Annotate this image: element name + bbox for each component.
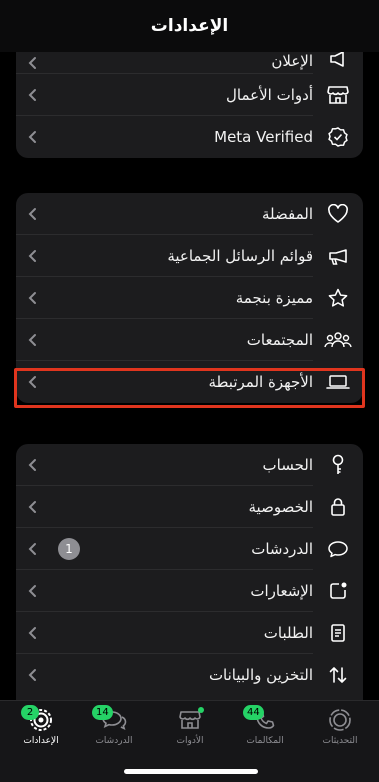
settings-item-label: الإعلان — [271, 52, 313, 70]
settings-item-business-tools[interactable]: أدوات الأعمال — [16, 74, 363, 116]
tab-badge: 2 — [21, 705, 39, 720]
settings-item-communities[interactable]: المجتمعات — [16, 319, 363, 361]
star-icon — [313, 287, 363, 309]
chevron-icon — [16, 584, 50, 598]
settings-item-label: الخصوصية — [248, 498, 313, 516]
data-arrows-icon — [313, 664, 363, 686]
group-lists: المفضلة قوائم الرسائل الجماعية مميزة بنج… — [16, 193, 363, 403]
settings-item-meta-verified[interactable]: Meta Verified — [16, 116, 363, 158]
settings-item-label: الحساب — [262, 456, 314, 474]
chevron-icon — [16, 542, 50, 556]
requests-doc-icon — [313, 622, 363, 644]
chevron-icon — [16, 88, 50, 102]
tab-tools[interactable]: الأدوات — [155, 707, 225, 755]
settings-gear-icon: 2 — [21, 705, 55, 733]
settings-item-account[interactable]: الحساب — [16, 444, 363, 486]
settings-item-notifications[interactable]: الإشعارات — [16, 570, 363, 612]
settings-item-label: أدوات الأعمال — [226, 86, 313, 104]
settings-item-label: مميزة بنجمة — [235, 289, 313, 307]
settings-item-label: الأجهزة المرتبطة — [208, 373, 313, 391]
settings-scroll[interactable]: الإعلان أدوات الأعمال Meta Verified المف… — [0, 0, 379, 700]
settings-item-storage[interactable]: التخزين والبيانات — [16, 654, 363, 696]
settings-item-requests[interactable]: الطلبات — [16, 612, 363, 654]
chat-bubble-icon — [313, 539, 363, 559]
page-title: الإعدادات — [150, 16, 229, 36]
tab-bar: 2 الإعدادات 14 الدردشات الأدوات 44 المكا… — [0, 700, 379, 782]
chevron-icon — [16, 291, 50, 305]
settings-item-label: المجتمعات — [246, 331, 313, 349]
home-indicator — [124, 769, 258, 774]
chevron-icon — [16, 626, 50, 640]
settings-item-label: الطلبات — [263, 624, 313, 642]
settings-item-label: التخزين والبيانات — [208, 666, 313, 684]
settings-item-label: المفضلة — [261, 205, 313, 223]
nav-header: الإعدادات — [0, 0, 379, 52]
tab-label: الأدوات — [176, 736, 204, 746]
tab-label: المكالمات — [246, 736, 284, 746]
megaphone-icon — [313, 245, 363, 267]
chevron-icon — [16, 500, 50, 514]
laptop-icon — [313, 373, 363, 391]
notification-icon — [313, 580, 363, 602]
unread-badge: 1 — [58, 538, 80, 560]
settings-item-label: Meta Verified — [214, 128, 313, 146]
tab-dot — [198, 707, 204, 713]
tab-calls[interactable]: 44 المكالمات — [230, 705, 300, 755]
key-icon — [313, 453, 363, 477]
phone-icon: 44 — [243, 705, 279, 733]
tab-label: الإعدادات — [23, 736, 59, 746]
tab-label: الدردشات — [95, 736, 133, 746]
settings-item-linked-devices[interactable]: الأجهزة المرتبطة — [16, 361, 363, 403]
settings-item-label: قوائم الرسائل الجماعية — [167, 247, 313, 265]
settings-item-broadcast-lists[interactable]: قوائم الرسائل الجماعية — [16, 235, 363, 277]
store-icon — [313, 84, 363, 106]
tab-badge: 14 — [92, 705, 113, 720]
settings-item-privacy[interactable]: الخصوصية — [16, 486, 363, 528]
tab-updates[interactable]: التحديثات — [305, 707, 375, 755]
group-account: الحساب الخصوصية الدردشات 1 الإشعارات الط… — [16, 444, 363, 700]
settings-item-favorites[interactable]: المفضلة — [16, 193, 363, 235]
tools-store-icon — [176, 707, 204, 733]
updates-icon — [326, 707, 354, 733]
communities-icon — [313, 330, 363, 350]
chevron-icon — [16, 249, 50, 263]
tab-label: التحديثات — [322, 736, 358, 746]
chats-icon: 14 — [92, 705, 128, 733]
chevron-icon — [16, 458, 50, 472]
chevron-icon — [16, 333, 50, 347]
chevron-icon — [16, 668, 50, 682]
settings-item-starred[interactable]: مميزة بنجمة — [16, 277, 363, 319]
chevron-icon — [16, 207, 50, 221]
tab-badge: 44 — [243, 705, 264, 720]
heart-icon — [313, 204, 363, 224]
settings-item-label: الإشعارات — [250, 582, 313, 600]
chevron-icon — [16, 56, 50, 70]
tab-settings[interactable]: 2 الإعدادات — [6, 705, 76, 755]
verified-badge-icon — [313, 126, 363, 148]
lock-icon — [313, 496, 363, 518]
tab-chats[interactable]: 14 الدردشات — [79, 705, 149, 755]
settings-item-chats[interactable]: الدردشات 1 — [16, 528, 363, 570]
chevron-icon — [16, 375, 50, 389]
settings-item-label: الدردشات — [251, 540, 313, 558]
chevron-icon — [16, 130, 50, 144]
